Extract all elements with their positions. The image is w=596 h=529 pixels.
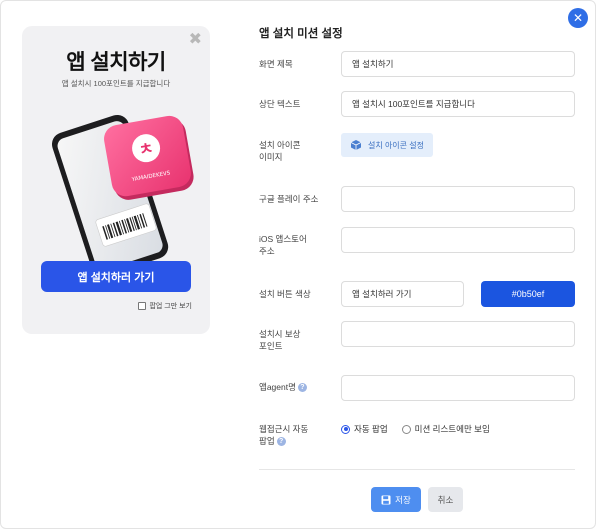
- floppy-disk-icon: [381, 495, 391, 504]
- app-agent-input[interactable]: [341, 375, 575, 401]
- preview-title: 앱 설치하기: [66, 51, 166, 74]
- install-icon-label: 설치 아이콘 이미지: [259, 139, 329, 163]
- app-agent-label: 앱agent명?: [259, 381, 329, 393]
- hide-popup-option[interactable]: 팝업 그만 보기: [138, 301, 192, 311]
- close-modal-button[interactable]: ✕: [568, 8, 588, 28]
- hide-popup-label: 팝업 그만 보기: [149, 303, 192, 310]
- form-title: 앱 설치 미션 설정: [259, 28, 343, 40]
- ios-store-label: iOS 앱스토어 주소: [259, 233, 329, 257]
- save-button-label: 저장: [395, 494, 411, 505]
- reward-points-label-line2: 포인트: [259, 341, 283, 351]
- reward-points-label: 설치시 보상 포인트: [259, 328, 329, 352]
- install-icon-label-line1: 설치 아이콘: [259, 140, 301, 150]
- button-color-label: 설치 버튼 색상: [259, 289, 311, 299]
- help-icon[interactable]: ?: [297, 383, 307, 393]
- radio-auto-popup[interactable]: 자동 팝업: [341, 423, 388, 435]
- install-icon-button-label: 설치 아이콘 설정: [368, 140, 424, 150]
- google-play-input[interactable]: [341, 186, 575, 212]
- radio-auto-popup-label: 자동 팝업: [354, 424, 388, 434]
- top-text-input[interactable]: 앱 설치시 100포인트를 지급합니다: [341, 91, 575, 117]
- hide-popup-checkbox[interactable]: [138, 302, 147, 310]
- install-app-button[interactable]: 앱 설치하러 가기: [41, 261, 191, 292]
- button-color-picker[interactable]: #0b50ef: [481, 281, 575, 307]
- reward-points-input[interactable]: [341, 321, 575, 347]
- help-icon[interactable]: ?: [276, 437, 286, 447]
- box-icon: [350, 140, 362, 150]
- divider: [259, 469, 575, 470]
- cancel-button[interactable]: 취소: [428, 487, 463, 512]
- save-button[interactable]: 저장: [371, 487, 421, 512]
- auto-popup-label: 웹접근시 자동 팝업?: [259, 423, 329, 447]
- screen-title-input[interactable]: 앱 설치하기: [341, 51, 575, 77]
- ios-store-label-line2: 주소: [259, 246, 275, 256]
- ios-store-input[interactable]: [341, 227, 575, 253]
- auto-popup-label-line2: 팝업: [259, 436, 275, 446]
- popup-preview: ✖ 앱 설치하기 앱 설치시 100포인트를 지급합니다 ㅊ YAMAIDEKE…: [22, 26, 210, 334]
- preview-subtitle: 앱 설치시 100포인트를 지급합니다: [61, 79, 171, 88]
- top-text-label: 상단 텍스트: [259, 99, 301, 109]
- radio-mission-list-only[interactable]: 미션 리스트에만 보임: [401, 423, 490, 435]
- install-icon-button[interactable]: 설치 아이콘 설정: [341, 133, 433, 157]
- auto-popup-radio-group: 자동 팝업 미션 리스트에만 보임: [341, 423, 490, 435]
- google-play-label: 구글 플레이 주소: [259, 194, 319, 204]
- button-text-input[interactable]: 앱 설치하러 가기: [341, 281, 464, 307]
- ios-store-label-line1: iOS 앱스토어: [259, 234, 307, 244]
- radio-selected-icon: [341, 424, 350, 434]
- app-agent-label-text: 앱agent명: [259, 382, 296, 392]
- reward-points-label-line1: 설치시 보상: [259, 329, 301, 339]
- screen-title-label: 화면 제목: [259, 59, 293, 69]
- install-icon-label-line2: 이미지: [259, 152, 283, 162]
- close-icon: ✕: [572, 11, 584, 25]
- phone-illustration: ㅊ YAMAIDEKEVS: [51, 114, 194, 264]
- radio-unselected-icon: [401, 424, 411, 434]
- radio-mission-list-only-label: 미션 리스트에만 보임: [414, 424, 490, 434]
- auto-popup-label-line1: 웹접근시 자동: [259, 424, 309, 434]
